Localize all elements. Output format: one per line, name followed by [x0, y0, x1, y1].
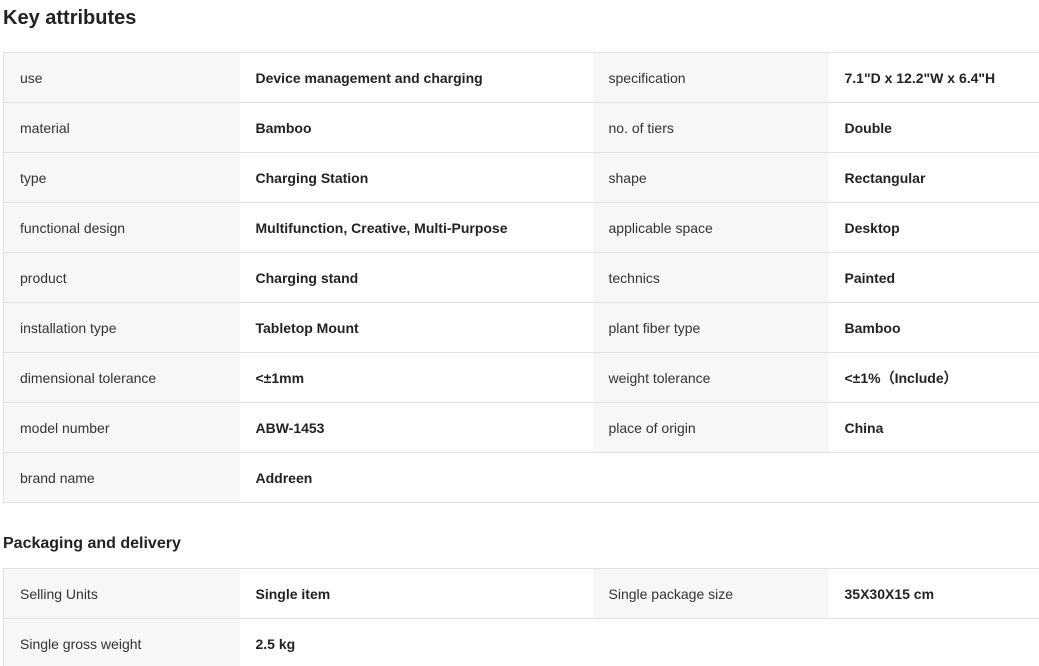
- packaging-heading: Packaging and delivery: [3, 535, 181, 552]
- attribute-value: Single item: [239, 568, 593, 619]
- empty-cell: [592, 618, 829, 666]
- attribute-value: ABW-1453: [239, 402, 593, 453]
- attribute-name: Single package size: [592, 568, 829, 619]
- table-row: product Charging stand technics Painted: [3, 252, 1039, 303]
- table-row: material Bamboo no. of tiers Double: [3, 102, 1039, 153]
- table-row: Single gross weight 2.5 kg: [3, 618, 1039, 666]
- attribute-value: Painted: [828, 252, 1039, 303]
- attribute-value: Addreen: [239, 452, 593, 503]
- attribute-name: applicable space: [592, 202, 829, 253]
- product-attributes-panel: Key attributes use Device management and…: [0, 0, 1039, 666]
- attribute-value: Tabletop Mount: [239, 302, 593, 353]
- attribute-name: product: [3, 252, 240, 303]
- key-attributes-heading: Key attributes: [3, 7, 137, 29]
- attribute-name: dimensional tolerance: [3, 352, 240, 403]
- attribute-value: Double: [828, 102, 1039, 153]
- attribute-name: place of origin: [592, 402, 829, 453]
- attribute-value: 7.1"D x 12.2"W x 6.4"H: [828, 52, 1039, 103]
- table-row: functional design Multifunction, Creativ…: [3, 202, 1039, 253]
- attribute-name: shape: [592, 152, 829, 203]
- attribute-name: Single gross weight: [3, 618, 240, 666]
- table-row: use Device management and charging speci…: [3, 52, 1039, 103]
- attribute-value: Charging stand: [239, 252, 593, 303]
- table-row: dimensional tolerance <±1mm weight toler…: [3, 352, 1039, 403]
- attribute-name: installation type: [3, 302, 240, 353]
- table-row: type Charging Station shape Rectangular: [3, 152, 1039, 203]
- attribute-name: material: [3, 102, 240, 153]
- attribute-value: <±1%（Include）: [828, 352, 1039, 403]
- attribute-value: Desktop: [828, 202, 1039, 253]
- table-row: model number ABW-1453 place of origin Ch…: [3, 402, 1039, 453]
- attribute-value: Device management and charging: [239, 52, 593, 103]
- empty-cell: [828, 452, 1039, 503]
- packaging-table: Selling Units Single item Single package…: [3, 568, 1039, 666]
- attribute-value: China: [828, 402, 1039, 453]
- attribute-name: no. of tiers: [592, 102, 829, 153]
- key-attributes-table: use Device management and charging speci…: [3, 52, 1039, 503]
- attribute-name: functional design: [3, 202, 240, 253]
- empty-cell: [592, 452, 829, 503]
- attribute-value: Multifunction, Creative, Multi-Purpose: [239, 202, 593, 253]
- empty-cell: [828, 618, 1039, 666]
- attribute-name: use: [3, 52, 240, 103]
- attribute-name: model number: [3, 402, 240, 453]
- attribute-value: Bamboo: [828, 302, 1039, 353]
- table-row: installation type Tabletop Mount plant f…: [3, 302, 1039, 353]
- attribute-name: brand name: [3, 452, 240, 503]
- attribute-name: technics: [592, 252, 829, 303]
- table-row: brand name Addreen: [3, 452, 1039, 503]
- attribute-name: type: [3, 152, 240, 203]
- attribute-value: Bamboo: [239, 102, 593, 153]
- attribute-value: <±1mm: [239, 352, 593, 403]
- attribute-value: Rectangular: [828, 152, 1039, 203]
- attribute-name: Selling Units: [3, 568, 240, 619]
- attribute-value: Charging Station: [239, 152, 593, 203]
- attribute-value: 35X30X15 cm: [828, 568, 1039, 619]
- attribute-name: plant fiber type: [592, 302, 829, 353]
- attribute-name: specification: [592, 52, 829, 103]
- attribute-value: 2.5 kg: [239, 618, 593, 666]
- table-row: Selling Units Single item Single package…: [3, 568, 1039, 619]
- attribute-name: weight tolerance: [592, 352, 829, 403]
